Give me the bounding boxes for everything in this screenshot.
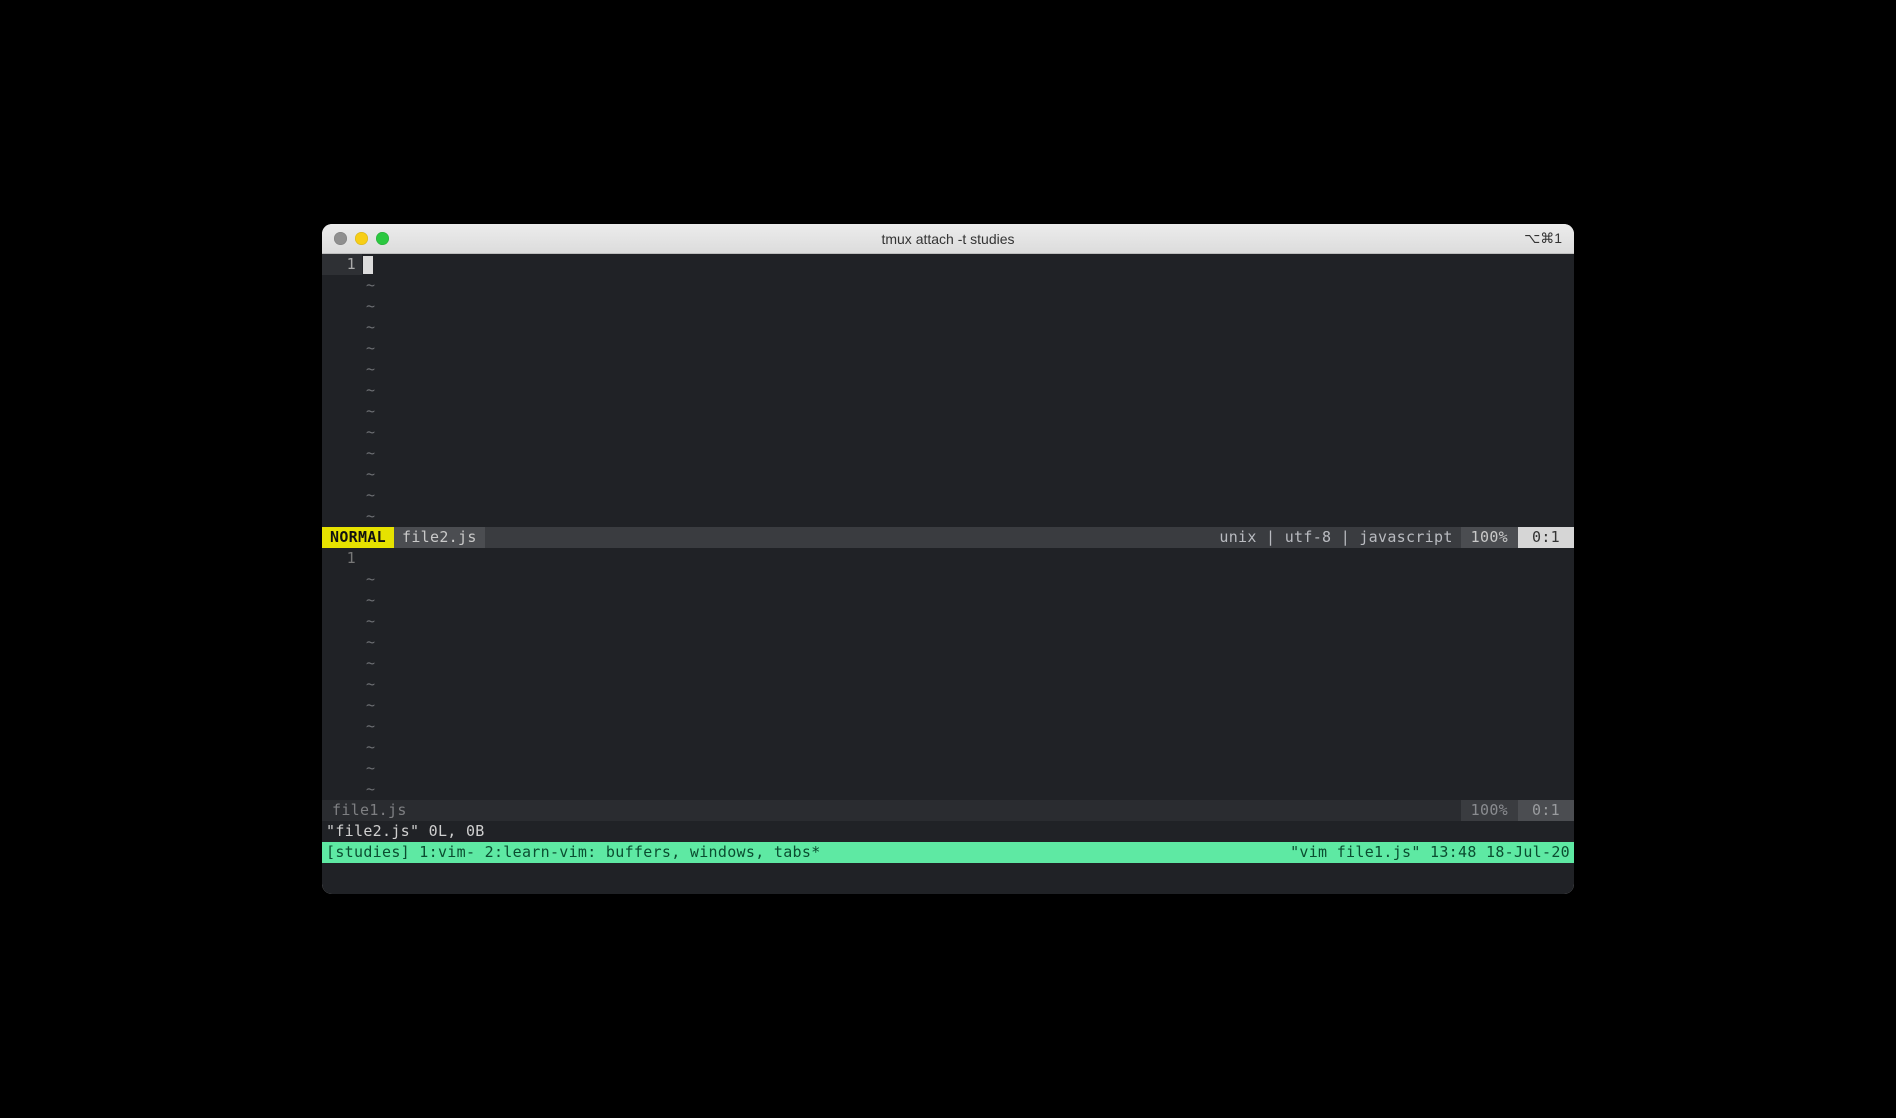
empty-line: ~ [322, 359, 1574, 380]
empty-line: ~ [322, 737, 1574, 758]
tilde-icon: ~ [362, 779, 375, 800]
empty-line: ~ [322, 485, 1574, 506]
empty-line: ~ [322, 464, 1574, 485]
vim-fileinfo: unix | utf-8 | javascript [1211, 527, 1460, 548]
vim-statusline-active: NORMAL file2.js unix | utf-8 | javascrip… [322, 527, 1574, 548]
terminal-window: tmux attach -t studies ⌥⌘1 1 ~~~~~~~~~~~… [322, 224, 1574, 894]
tilde-icon: ~ [362, 443, 375, 464]
empty-line: ~ [322, 632, 1574, 653]
editor-line: 1 [322, 254, 1574, 275]
titlebar: tmux attach -t studies ⌥⌘1 [322, 224, 1574, 254]
tilde-icon: ~ [362, 296, 375, 317]
empty-line: ~ [322, 296, 1574, 317]
empty-line: ~ [322, 716, 1574, 737]
window-shortcut: ⌥⌘1 [1524, 230, 1562, 247]
tilde-icon: ~ [362, 737, 375, 758]
vim-split-container: 1 ~~~~~~~~~~~~ NORMAL file2.js unix | ut… [322, 254, 1574, 894]
vim-percent: 100% [1461, 527, 1518, 548]
vim-filename: file1.js [322, 800, 415, 821]
line-content[interactable] [362, 254, 1574, 275]
line-number: 1 [322, 548, 362, 569]
tmux-status-bar[interactable]: [studies] 1:vim- 2:learn-vim: buffers, w… [322, 842, 1574, 863]
minimize-icon[interactable] [355, 232, 368, 245]
tmux-status-left: [studies] 1:vim- 2:learn-vim: buffers, w… [326, 842, 821, 863]
vim-percent: 100% [1461, 800, 1518, 821]
empty-line: ~ [322, 317, 1574, 338]
tilde-icon: ~ [362, 695, 375, 716]
tilde-icon: ~ [362, 401, 375, 422]
line-content[interactable] [362, 548, 1574, 569]
empty-line: ~ [322, 695, 1574, 716]
empty-line: ~ [322, 569, 1574, 590]
empty-line: ~ [322, 443, 1574, 464]
tilde-icon: ~ [362, 674, 375, 695]
tilde-icon: ~ [362, 380, 375, 401]
tilde-icon: ~ [362, 590, 375, 611]
window-title: tmux attach -t studies [322, 231, 1574, 247]
tilde-icon: ~ [362, 422, 375, 443]
empty-line: ~ [322, 338, 1574, 359]
empty-line: ~ [322, 506, 1574, 527]
vim-pane-top[interactable]: 1 ~~~~~~~~~~~~ [322, 254, 1574, 527]
tilde-icon: ~ [362, 653, 375, 674]
empty-line: ~ [322, 401, 1574, 422]
cursor-block [363, 256, 373, 274]
vim-mode: NORMAL [322, 527, 394, 548]
vim-statusline-inactive: file1.js 100% 0:1 [322, 800, 1574, 821]
empty-line: ~ [322, 779, 1574, 800]
tilde-icon: ~ [362, 464, 375, 485]
empty-line: ~ [322, 275, 1574, 296]
empty-line: ~ [322, 758, 1574, 779]
editor-line: 1 [322, 548, 1574, 569]
line-number: 1 [322, 254, 362, 275]
tilde-icon: ~ [362, 317, 375, 338]
empty-line: ~ [322, 422, 1574, 443]
tilde-icon: ~ [362, 716, 375, 737]
tmux-status-right: "vim file1.js" 13:48 18-Jul-20 [1290, 842, 1570, 863]
vim-position: 0:1 [1518, 527, 1574, 548]
tilde-icon: ~ [362, 359, 375, 380]
empty-line: ~ [322, 590, 1574, 611]
tilde-icon: ~ [362, 275, 375, 296]
vim-pane-bottom[interactable]: 1 ~~~~~~~~~~~ [322, 548, 1574, 800]
maximize-icon[interactable] [376, 232, 389, 245]
tilde-icon: ~ [362, 569, 375, 590]
vim-message-line: "file2.js" 0L, 0B [322, 821, 1574, 842]
vim-filename: file2.js [394, 527, 485, 548]
traffic-lights [334, 232, 389, 245]
tilde-icon: ~ [362, 506, 375, 527]
empty-line: ~ [322, 653, 1574, 674]
tilde-icon: ~ [362, 758, 375, 779]
empty-line: ~ [322, 674, 1574, 695]
close-icon[interactable] [334, 232, 347, 245]
terminal-body[interactable]: 1 ~~~~~~~~~~~~ NORMAL file2.js unix | ut… [322, 254, 1574, 894]
empty-line: ~ [322, 380, 1574, 401]
tilde-icon: ~ [362, 338, 375, 359]
tilde-icon: ~ [362, 632, 375, 653]
tilde-icon: ~ [362, 485, 375, 506]
empty-line: ~ [322, 611, 1574, 632]
tilde-icon: ~ [362, 611, 375, 632]
vim-position: 0:1 [1518, 800, 1574, 821]
